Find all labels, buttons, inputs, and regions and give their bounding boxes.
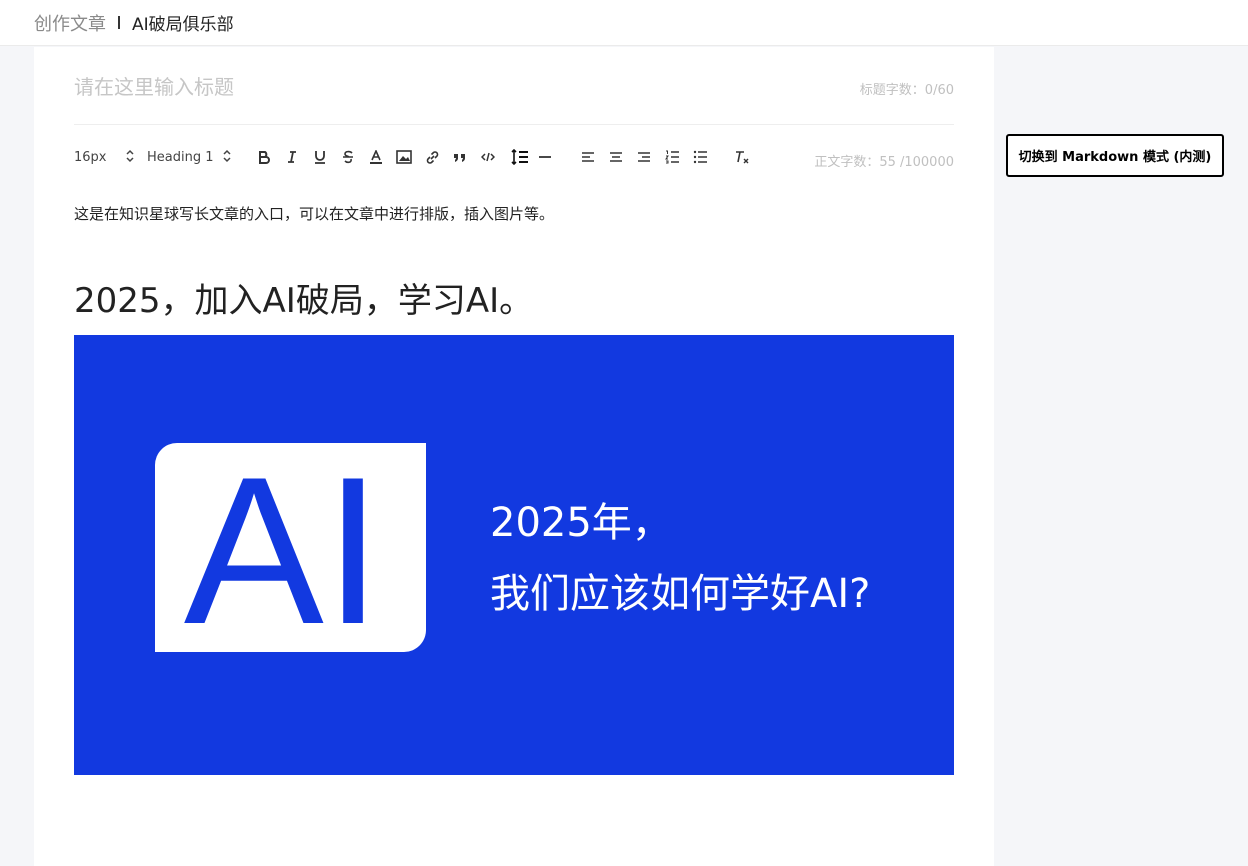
image-icon bbox=[396, 150, 412, 164]
align-right-button[interactable] bbox=[634, 147, 654, 167]
content-heading[interactable]: 2025，加入AI破局，学习AI。 bbox=[74, 273, 533, 322]
clear-format-icon bbox=[736, 150, 749, 163]
align-center-icon bbox=[610, 152, 622, 162]
body-paragraph[interactable]: 这是在知识星球写长文章的入口，可以在文章中进行排版，插入图片等。 bbox=[74, 203, 554, 224]
title-count: 标题字数：0/60 bbox=[859, 83, 954, 98]
title-row: 标题字数：0/60 bbox=[74, 47, 954, 125]
italic-button[interactable] bbox=[282, 147, 302, 167]
ai-logo-icon: AI bbox=[184, 443, 382, 652]
line-height-icon bbox=[511, 149, 528, 165]
ai-logo-box: AI bbox=[155, 443, 426, 652]
body-word-count: 正文字数：55 /100000 bbox=[814, 155, 954, 170]
strikethrough-icon bbox=[343, 150, 353, 164]
text-color-icon bbox=[370, 150, 382, 164]
bold-button[interactable] bbox=[254, 147, 274, 167]
align-left-icon bbox=[582, 152, 594, 162]
bullet-list-icon bbox=[693, 150, 707, 164]
editor-panel: 标题字数：0/60 16px Heading 1 bbox=[34, 47, 994, 866]
select-caret-icon bbox=[126, 149, 134, 163]
top-bar: 创作文章 AI破局俱乐部 bbox=[0, 0, 1248, 46]
underline-icon bbox=[315, 151, 325, 164]
font-size-select[interactable]: 16px bbox=[74, 146, 134, 168]
font-size-value: 16px bbox=[74, 149, 107, 165]
text-color-button[interactable] bbox=[366, 147, 386, 167]
quote-icon bbox=[454, 154, 465, 162]
align-center-button[interactable] bbox=[606, 147, 626, 167]
bold-icon bbox=[259, 151, 270, 164]
strikethrough-button[interactable] bbox=[338, 147, 358, 167]
title-separator bbox=[118, 16, 120, 29]
ordered-list-icon bbox=[664, 150, 679, 164]
align-right-icon bbox=[638, 152, 650, 162]
clear-format-button[interactable] bbox=[732, 147, 752, 167]
ordered-list-button[interactable] bbox=[662, 147, 682, 167]
select-caret-icon bbox=[223, 149, 231, 163]
heading-value: Heading 1 bbox=[147, 149, 214, 165]
code-button[interactable] bbox=[478, 147, 498, 167]
banner-image[interactable]: AI 2025年， 我们应该如何学好AI? bbox=[74, 335, 954, 775]
underline-button[interactable] bbox=[310, 147, 330, 167]
code-icon bbox=[481, 152, 495, 162]
link-icon bbox=[426, 150, 438, 164]
image-button[interactable] bbox=[394, 147, 414, 167]
banner-line-2: 我们应该如何学好AI? bbox=[490, 571, 871, 617]
bullet-list-button[interactable] bbox=[690, 147, 710, 167]
title-input[interactable] bbox=[74, 72, 774, 102]
align-left-button[interactable] bbox=[578, 147, 598, 167]
group-name[interactable]: AI破局俱乐部 bbox=[132, 10, 234, 35]
editor-toolbar: 16px Heading 1 正文字数：55 /100000 bbox=[74, 143, 954, 171]
quote-button[interactable] bbox=[450, 147, 470, 167]
heading-select[interactable]: Heading 1 bbox=[147, 146, 231, 168]
link-button[interactable] bbox=[422, 147, 442, 167]
line-height-button[interactable] bbox=[510, 147, 530, 167]
banner-line-1: 2025年， bbox=[490, 500, 672, 546]
ai-logo-text: AI bbox=[184, 443, 382, 652]
italic-icon bbox=[288, 151, 296, 163]
page-title: 创作文章 bbox=[34, 13, 106, 35]
markdown-mode-button[interactable]: 切换到 Markdown 模式 (内测) bbox=[1006, 134, 1224, 177]
divider-button[interactable] bbox=[535, 147, 555, 167]
divider-icon bbox=[539, 156, 551, 158]
